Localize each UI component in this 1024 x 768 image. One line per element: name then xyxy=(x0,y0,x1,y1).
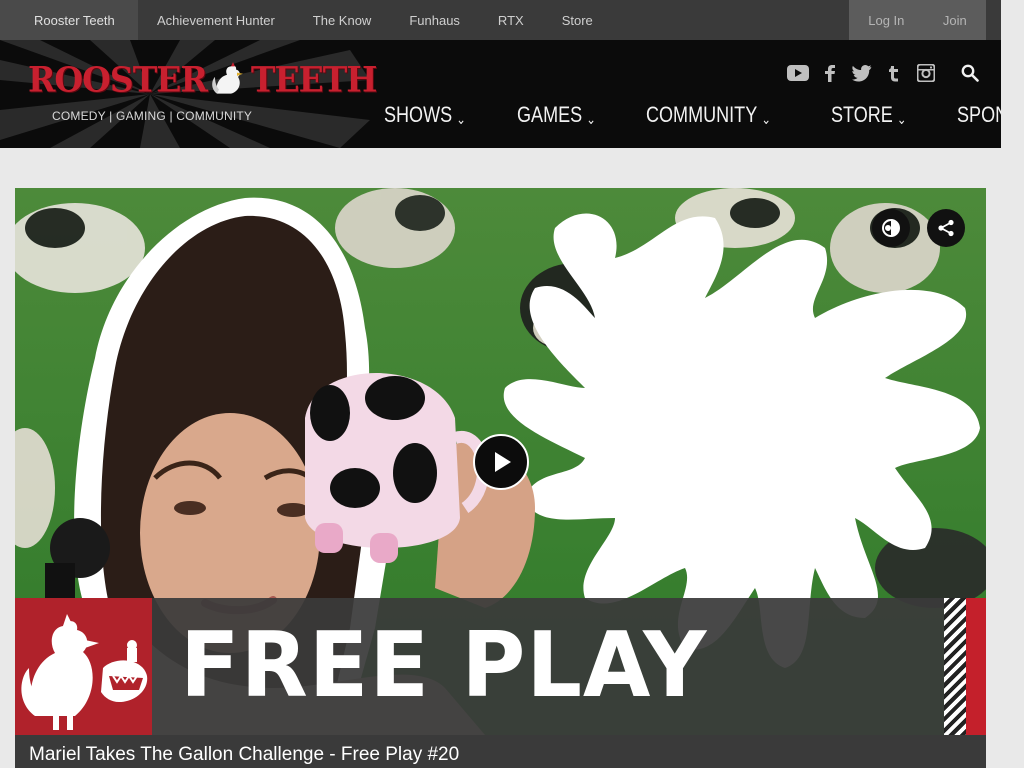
site-logo[interactable]: ROOSTER TEETH xyxy=(28,59,378,100)
network-link-store[interactable]: Store xyxy=(543,0,612,40)
show-banner-title: FREE PLAY xyxy=(180,613,708,718)
share-icon xyxy=(938,219,954,237)
youtube-icon[interactable] xyxy=(787,62,809,84)
auth-links: Log In Join xyxy=(849,0,986,40)
nav-sponsor-label: SPONSOR xyxy=(956,102,1001,127)
rooster-logo-icon xyxy=(21,614,148,730)
nav-games-label: GAMES xyxy=(516,102,583,127)
network-link-achievement-hunter[interactable]: Achievement Hunter xyxy=(138,0,294,40)
video-title-bar: Mariel Takes The Gallon Challenge - Free… xyxy=(15,735,986,768)
tumblr-icon[interactable] xyxy=(883,62,905,84)
logo-word-rooster: ROOSTER xyxy=(28,59,208,100)
nav-shows-label: SHOWS xyxy=(384,102,453,127)
show-banner: FREE PLAY xyxy=(15,598,986,735)
show-logo xyxy=(15,598,152,735)
site-header: ROOSTER TEETH COMEDY | GAMING | COMMUNIT… xyxy=(0,40,1001,148)
video-title[interactable]: Mariel Takes The Gallon Challenge - Free… xyxy=(29,744,459,766)
network-bar: Rooster Teeth Achievement Hunter The Kno… xyxy=(0,0,1001,40)
contrast-icon xyxy=(882,219,900,237)
facebook-icon[interactable] xyxy=(819,62,841,84)
share-button[interactable] xyxy=(927,209,965,247)
network-bar-spacer xyxy=(612,0,849,40)
banner-stripes xyxy=(944,598,966,735)
network-link-funhaus[interactable]: Funhaus xyxy=(390,0,479,40)
nav-store-label: STORE xyxy=(831,102,894,127)
nav-sponsor[interactable]: SPONSOR ★ xyxy=(957,102,1001,128)
instagram-icon[interactable] xyxy=(915,62,937,84)
play-button[interactable] xyxy=(473,434,529,490)
network-link-rtx[interactable]: RTX xyxy=(479,0,543,40)
social-links xyxy=(787,62,981,84)
search-icon[interactable] xyxy=(959,62,981,84)
play-icon xyxy=(495,452,511,472)
logo-word-teeth: TEETH xyxy=(250,59,378,100)
site-tagline: COMEDY | GAMING | COMMUNITY xyxy=(52,109,253,123)
banner-red-edge xyxy=(966,598,986,735)
network-link-the-know[interactable]: The Know xyxy=(294,0,391,40)
chevron-down-icon: ⌄ xyxy=(456,110,466,127)
chevron-down-icon: ⌄ xyxy=(897,110,907,127)
rooster-logo-icon xyxy=(212,61,243,94)
nav-shows[interactable]: SHOWS ⌄ xyxy=(384,102,466,128)
nav-community-label: COMMUNITY xyxy=(646,102,758,127)
chevron-down-icon: ⌄ xyxy=(586,110,596,127)
twitter-icon[interactable] xyxy=(851,62,873,84)
login-link[interactable]: Log In xyxy=(868,13,904,28)
join-link[interactable]: Join xyxy=(943,13,967,28)
nav-games[interactable]: GAMES ⌄ xyxy=(517,102,596,128)
nav-community[interactable]: COMMUNITY ⌄ xyxy=(646,102,771,128)
main-nav: SHOWS ⌄ GAMES ⌄ COMMUNITY ⌄ STORE ⌄ SPON… xyxy=(384,102,1001,128)
theater-mode-button[interactable] xyxy=(872,209,910,247)
nav-store[interactable]: STORE ⌄ xyxy=(831,102,907,128)
network-link-rooster-teeth[interactable]: Rooster Teeth xyxy=(0,0,138,40)
chevron-down-icon: ⌄ xyxy=(761,110,772,127)
video-player[interactable]: FREE PLAY xyxy=(15,188,986,735)
